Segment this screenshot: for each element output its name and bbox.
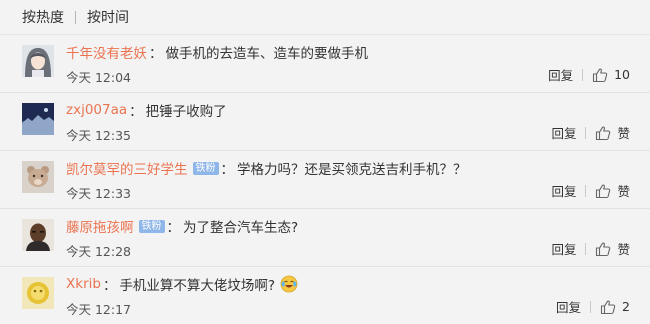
comment-actions: 回复 2 xyxy=(556,297,630,316)
like-label: 赞 xyxy=(617,242,630,257)
fan-badge[interactable]: 铁粉 xyxy=(192,161,219,175)
comment-actions: 回复 赞 xyxy=(551,123,630,142)
comment-text: 学格力吗？还是买领克送吉利手机？？ xyxy=(237,162,467,178)
sort-divider xyxy=(75,10,76,24)
thumbs-up-icon xyxy=(596,241,611,256)
like-button[interactable]: 10 xyxy=(592,67,630,83)
comment-item: Xkrib ： 手机业算不算大佬坟场啊? 今天 12:17 回复 2 xyxy=(0,267,650,324)
thumbs-up-icon xyxy=(596,183,611,198)
comment-time: 今天 12:04 xyxy=(66,70,131,85)
comment-actions: 回复 赞 xyxy=(551,181,630,200)
username-link[interactable]: 千年没有老妖 xyxy=(66,42,147,62)
username-link[interactable]: 凯尔莫罕的三好学生 xyxy=(66,158,188,178)
comment-line: 藤原拖孩啊 铁粉 ： 为了整合汽车生态? xyxy=(66,216,298,236)
reply-button[interactable]: 回复 xyxy=(551,239,576,258)
comment-actions: 回复 10 xyxy=(548,65,630,84)
colon: ： xyxy=(220,162,235,178)
night-scene-avatar[interactable] xyxy=(22,103,54,135)
thumbs-up-icon xyxy=(593,67,608,82)
action-divider xyxy=(585,184,587,197)
comment-text: 做手机的去造车、造车的要做手机 xyxy=(165,46,369,62)
sort-bar: 按热度 按时间 xyxy=(0,0,650,35)
comment-item: 凯尔莫罕的三好学生 铁粉 ： 学格力吗？还是买领克送吉利手机？？ 今天 12:3… xyxy=(0,151,650,209)
comment-text: 为了整合汽车生态? xyxy=(183,220,299,236)
comment-line: zxj007aa ： 把锤子收购了 xyxy=(66,100,227,120)
comment-item: 千年没有老妖 ： 做手机的去造车、造车的要做手机 今天 12:04 回复 10 xyxy=(0,35,650,93)
like-count: 10 xyxy=(614,67,630,82)
comment-text: 把锤子收购了 xyxy=(145,104,227,120)
reply-button[interactable]: 回复 xyxy=(556,297,581,316)
action-divider xyxy=(582,68,584,81)
fan-badge[interactable]: 铁粉 xyxy=(138,219,165,233)
comment-time: 今天 12:28 xyxy=(66,244,131,259)
like-button[interactable]: 赞 xyxy=(595,239,630,258)
like-count: 2 xyxy=(622,299,630,314)
comment-item: zxj007aa ： 把锤子收购了 今天 12:35 回复 赞 xyxy=(0,93,650,151)
like-button[interactable]: 赞 xyxy=(595,181,630,200)
action-divider xyxy=(585,242,587,255)
sort-by-hot[interactable]: 按热度 xyxy=(22,7,64,27)
comment-line: Xkrib ： 手机业算不算大佬坟场啊? xyxy=(66,274,298,294)
comment-time: 今天 12:33 xyxy=(66,186,131,201)
reply-button[interactable]: 回复 xyxy=(551,181,576,200)
username-link[interactable]: 藤原拖孩啊 xyxy=(66,216,134,236)
action-divider xyxy=(585,126,587,139)
comment-text: 手机业算不算大佬坟场啊? xyxy=(119,278,276,294)
comment-time: 今天 12:17 xyxy=(66,302,131,317)
anime-girl-avatar[interactable] xyxy=(22,45,54,77)
laughing-crying-emoji-icon xyxy=(280,275,298,293)
yellow-bowl-avatar[interactable] xyxy=(22,277,54,309)
colon: ： xyxy=(149,46,163,62)
like-label: 赞 xyxy=(617,126,630,141)
thumbs-up-icon xyxy=(600,299,616,314)
colon: ： xyxy=(102,278,117,294)
colon: ： xyxy=(129,104,143,120)
comment-time: 今天 12:35 xyxy=(66,128,131,143)
username-link[interactable]: zxj007aa xyxy=(66,102,127,118)
comment-actions: 回复 赞 xyxy=(551,239,630,258)
teddy-bear-avatar[interactable] xyxy=(22,161,54,193)
sort-by-time[interactable]: 按时间 xyxy=(87,7,129,27)
like-button[interactable]: 2 xyxy=(600,299,630,315)
like-button[interactable]: 赞 xyxy=(595,123,630,142)
reply-button[interactable]: 回复 xyxy=(548,65,573,84)
thumbs-up-icon xyxy=(596,125,611,140)
colon: ： xyxy=(166,220,181,236)
comment-line: 千年没有老妖 ： 做手机的去造车、造车的要做手机 xyxy=(66,42,368,62)
username-link[interactable]: Xkrib xyxy=(66,276,101,292)
comment-item: 藤原拖孩啊 铁粉 ： 为了整合汽车生态? 今天 12:28 回复 赞 xyxy=(0,209,650,267)
like-label: 赞 xyxy=(617,184,630,199)
man-portrait-avatar[interactable] xyxy=(22,219,54,251)
comment-line: 凯尔莫罕的三好学生 铁粉 ： 学格力吗？还是买领克送吉利手机？？ xyxy=(66,158,467,178)
action-divider xyxy=(590,300,592,313)
reply-button[interactable]: 回复 xyxy=(551,123,576,142)
